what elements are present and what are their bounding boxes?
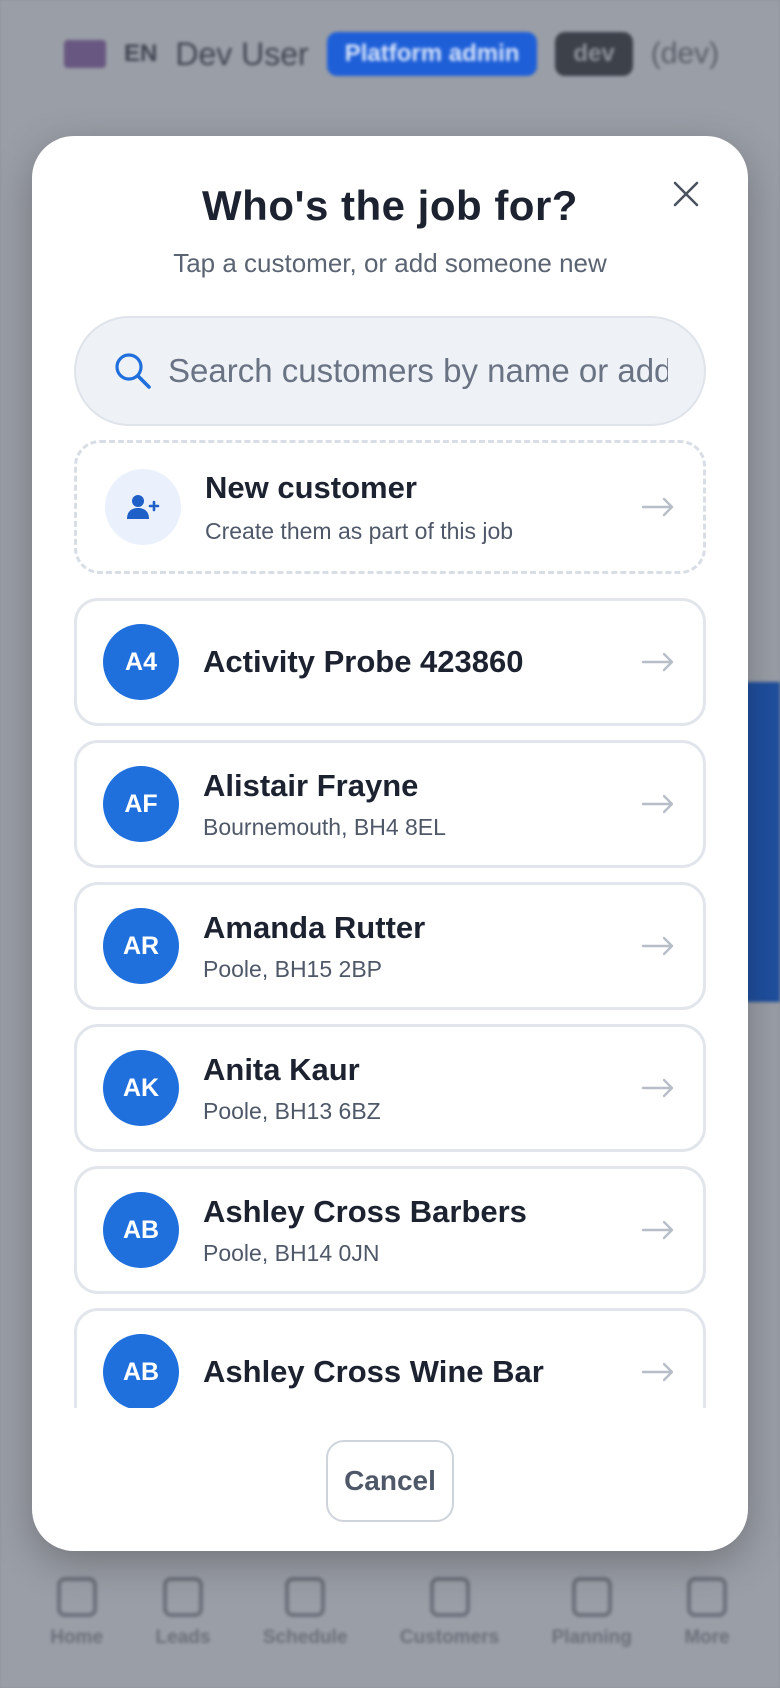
app-header: EN Dev User Platform admin dev (dev) (64, 28, 740, 80)
flag-icon (64, 40, 106, 68)
nav-item-planning: Planning (552, 1577, 632, 1649)
env-label: (dev) (650, 37, 720, 70)
user-name: Dev User (175, 35, 309, 72)
customer-address: Bournemouth, BH4 8EL (203, 813, 446, 840)
new-customer-title: New customer (205, 469, 417, 505)
home-icon (56, 1577, 97, 1617)
nav-label: Leads (155, 1627, 211, 1648)
grid-icon (687, 1577, 728, 1617)
arrow-right-icon (641, 794, 674, 814)
calendar-icon (285, 1577, 326, 1617)
search-field[interactable] (74, 316, 706, 426)
customer-card[interactable]: A4 Activity Probe 423860 (74, 598, 706, 726)
nav-label: Home (50, 1627, 104, 1648)
avatar: AB (103, 1334, 179, 1408)
bottom-nav: Home Leads Schedule Customers Planning M… (0, 1538, 780, 1688)
arrow-right-icon (641, 936, 674, 956)
new-customer-subtitle: Create them as part of this job (205, 517, 514, 544)
nav-item-customers: Customers (400, 1577, 499, 1649)
customer-card[interactable]: AF Alistair Frayne Bournemouth, BH4 8EL (74, 740, 706, 868)
avatar: A4 (103, 624, 179, 700)
cancel-button[interactable]: Cancel (326, 1440, 454, 1522)
customer-picker-modal: Who's the job for? Tap a customer, or ad… (32, 136, 748, 1551)
nav-label: Customers (399, 1627, 500, 1648)
customer-name: Alistair Frayne (203, 767, 419, 803)
modal-subtitle: Tap a customer, or add someone new (173, 248, 607, 278)
arrow-right-icon (641, 1078, 674, 1098)
customer-address: Poole, BH13 6BZ (203, 1097, 381, 1124)
nav-item-leads: Leads (155, 1577, 211, 1649)
nav-label: Planning (551, 1627, 632, 1648)
customer-address: Poole, BH14 0JN (203, 1239, 380, 1266)
nav-item-home: Home (50, 1577, 103, 1649)
search-icon (115, 353, 151, 389)
nav-label: Schedule (262, 1627, 348, 1648)
customer-name: Anita Kaur (203, 1051, 360, 1087)
customer-name: Amanda Rutter (203, 909, 426, 945)
arrow-right-icon (641, 652, 674, 672)
users-icon (429, 1577, 470, 1617)
arrow-right-icon (641, 497, 674, 517)
avatar: AR (103, 908, 179, 984)
add-user-icon (105, 469, 181, 545)
nav-label: More (684, 1627, 730, 1648)
arrow-right-icon (641, 1220, 674, 1240)
customer-address: Poole, BH15 2BP (203, 955, 383, 982)
avatar: AB (103, 1192, 179, 1268)
role-badge: Platform admin (326, 32, 538, 76)
avatar: AK (103, 1050, 179, 1126)
clipboard-icon (571, 1577, 612, 1617)
modal-title: Who's the job for? (202, 182, 578, 229)
nav-item-schedule: Schedule (263, 1577, 347, 1649)
language-label: EN (124, 40, 158, 67)
nav-item-more: More (684, 1577, 730, 1649)
customer-card[interactable]: AB Ashley Cross Wine Bar (74, 1308, 706, 1408)
customer-name: Ashley Cross Wine Bar (203, 1354, 544, 1389)
env-badge: dev (555, 32, 633, 76)
customer-list: A4 Activity Probe 423860 AF Alistair Fra… (74, 598, 706, 1408)
arrow-right-icon (641, 1362, 674, 1382)
customer-card[interactable]: AK Anita Kaur Poole, BH13 6BZ (74, 1024, 706, 1152)
new-customer-text: New customer Create them as part of this… (205, 470, 641, 545)
funnel-icon (162, 1577, 203, 1617)
new-customer-button[interactable]: New customer Create them as part of this… (74, 440, 706, 574)
customer-card[interactable]: AB Ashley Cross Barbers Poole, BH14 0JN (74, 1166, 706, 1294)
search-input[interactable] (168, 352, 668, 390)
customer-name: Ashley Cross Barbers (203, 1193, 527, 1229)
avatar: AF (103, 766, 179, 842)
customer-name: Activity Probe 423860 (203, 644, 524, 679)
customer-card[interactable]: AR Amanda Rutter Poole, BH15 2BP (74, 882, 706, 1010)
